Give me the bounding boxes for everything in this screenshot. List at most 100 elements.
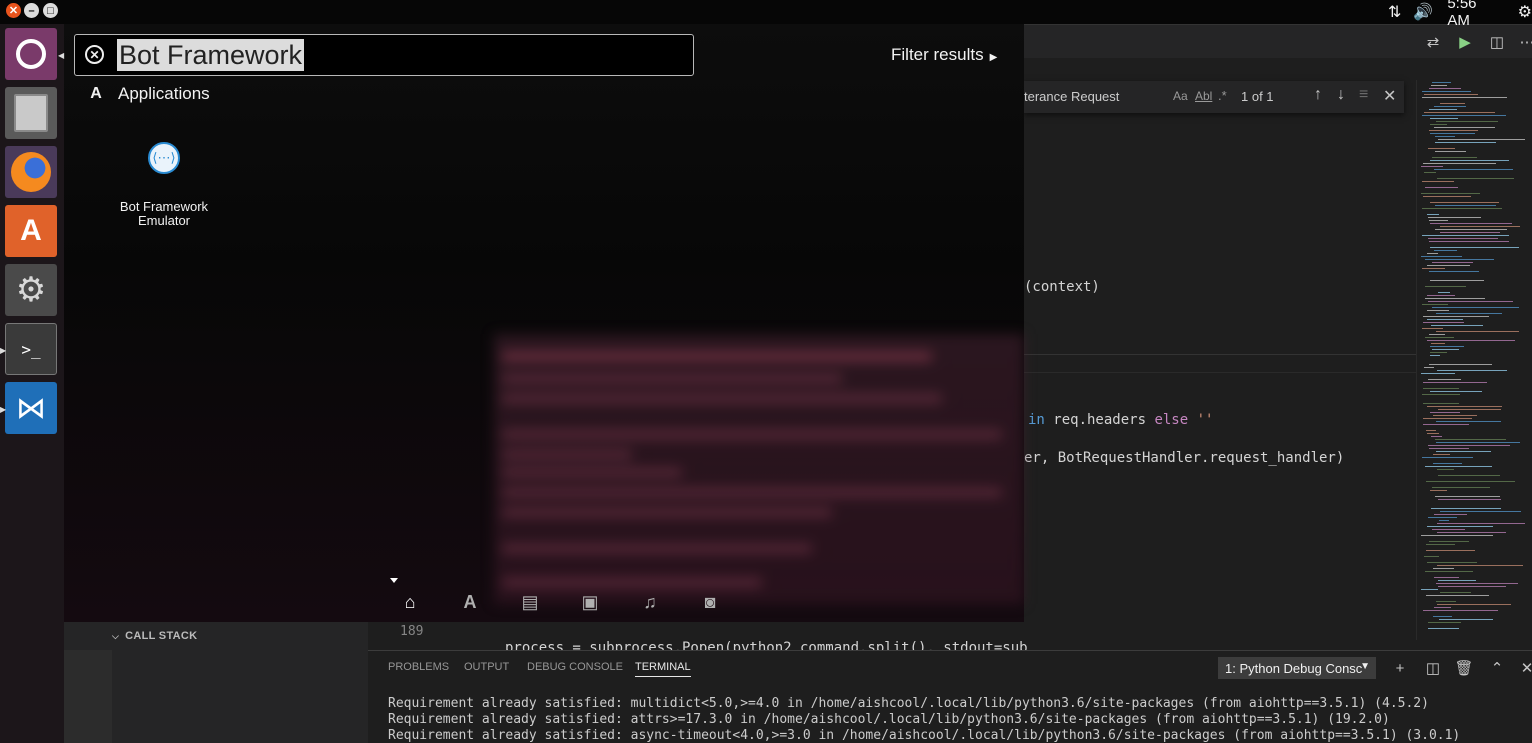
app-label-line: Bot Framework (119, 199, 209, 214)
more-actions-icon[interactable]: ⋯ (1518, 33, 1532, 51)
find-input[interactable]: terance Request (1024, 89, 1119, 104)
previous-match-icon[interactable]: ↑ (1314, 86, 1322, 104)
minimap-line (1428, 379, 1461, 380)
filter-results-label: Filter results (891, 45, 984, 64)
minimap-line (1436, 442, 1520, 443)
app-result-label: Bot Framework Emulator (106, 200, 222, 228)
vscode-window: ⇄ ▶ ◫ ⋯ terance Request Aa Abl .* 1 of 1… (1024, 24, 1532, 743)
minimap-line (1437, 523, 1525, 524)
minimap-line (1430, 202, 1499, 203)
minimap-line (1437, 565, 1523, 566)
launcher-files[interactable] (5, 87, 57, 139)
launcher-terminal[interactable]: >_ (5, 323, 57, 375)
whole-word-toggle[interactable]: Abl (1195, 89, 1212, 103)
minimap-line (1426, 481, 1515, 482)
home-lens-icon[interactable]: ⌂ (380, 590, 440, 614)
minimap-line (1423, 382, 1487, 383)
minimap-line (1436, 421, 1501, 422)
minimap-line (1433, 415, 1477, 416)
compare-changes-icon[interactable]: ⇄ (1424, 33, 1442, 51)
minimap-line (1422, 235, 1509, 236)
minimap-line (1434, 106, 1466, 107)
blur-line (502, 374, 842, 383)
files-lens-icon[interactable]: ▤ (500, 590, 560, 614)
volume-icon[interactable]: 🔊 (1413, 2, 1433, 22)
minimap[interactable] (1416, 80, 1532, 640)
minimap-line (1430, 412, 1460, 413)
photo-lens-icon[interactable]: ◙ (680, 590, 740, 614)
clear-search-icon[interactable]: ✕ (85, 45, 104, 64)
app-label-line: Emulator (137, 213, 191, 228)
new-terminal-icon[interactable]: + (1391, 659, 1409, 677)
clock[interactable]: 5:56 AM (1447, 0, 1497, 29)
split-editor-icon[interactable]: ◫ (1488, 33, 1506, 51)
tab-problems[interactable]: PROBLEMS (388, 661, 449, 673)
kill-terminal-icon[interactable]: 🗑 (1454, 659, 1473, 677)
minimap-line (1435, 142, 1496, 143)
run-icon[interactable]: ▶ (1456, 33, 1474, 51)
next-match-icon[interactable]: ↓ (1337, 86, 1345, 104)
minimap-line (1424, 94, 1478, 95)
video-lens-icon[interactable]: ▣ (560, 590, 620, 614)
close-window-icon[interactable]: ✕ (6, 3, 21, 18)
launcher-settings[interactable]: ⚙ (5, 264, 57, 316)
minimap-line (1431, 325, 1483, 326)
tab-debug-console[interactable]: DEBUG CONSOLE (527, 661, 623, 673)
match-case-toggle[interactable]: Aa (1173, 89, 1188, 103)
tab-output[interactable]: OUTPUT (464, 661, 509, 673)
minimap-line (1431, 85, 1447, 86)
minimap-line (1423, 610, 1498, 611)
minimap-line (1430, 391, 1482, 392)
category-label: Applications (118, 84, 210, 103)
regex-toggle[interactable]: .* (1218, 88, 1227, 103)
minimap-line (1436, 601, 1456, 602)
maximize-panel-icon[interactable]: ⌃ (1488, 659, 1506, 677)
minimap-line (1422, 91, 1471, 92)
minimap-line (1433, 616, 1452, 617)
minimap-line (1428, 517, 1457, 518)
launcher-firefox[interactable] (5, 146, 57, 198)
app-result-bot-framework-emulator[interactable]: ⟨⋯⟩ Bot Framework Emulator (106, 142, 222, 228)
minimap-line (1437, 604, 1511, 605)
shopping-bag-icon: A (20, 214, 42, 247)
close-find-icon[interactable]: ✕ (1383, 86, 1396, 106)
minimap-line (1428, 238, 1498, 239)
ubuntu-dash-button[interactable] (5, 28, 57, 80)
minimap-line (1423, 322, 1464, 323)
minimap-line (1424, 112, 1495, 113)
editor-divider (1024, 372, 1416, 373)
vscode-icon: ⋈ (16, 391, 46, 425)
blur-line (502, 578, 762, 587)
blurred-background (494, 334, 1024, 604)
apps-lens-icon[interactable]: A (440, 590, 500, 614)
tab-terminal[interactable]: TERMINAL (635, 661, 691, 677)
minimap-line (1425, 298, 1485, 299)
launcher-software[interactable]: A (5, 205, 57, 257)
blur-line (502, 544, 812, 553)
call-stack-header[interactable]: ⌵ CALL STACK (112, 630, 197, 642)
launcher-vscode[interactable]: ⋈ (5, 382, 57, 434)
minimap-line (1421, 256, 1462, 257)
minimap-line (1440, 592, 1471, 593)
minimap-line (1425, 571, 1473, 572)
maximize-window-icon[interactable]: □ (43, 3, 58, 18)
minimap-line (1426, 595, 1489, 596)
minimap-line (1435, 205, 1496, 206)
dash-search-input[interactable]: ✕ Bot Framework (74, 34, 694, 76)
gear-icon[interactable]: ⚙ (1518, 2, 1532, 22)
network-updown-icon[interactable]: ⇅ (1388, 2, 1401, 22)
minimap-line (1425, 337, 1454, 338)
minimap-line (1426, 550, 1475, 551)
terminal-select[interactable]: 1: Python Debug Consc ▼ (1218, 657, 1376, 679)
filter-results-button[interactable]: Filter results ▶ (891, 45, 997, 65)
code-line-headers: in req.headers else '' (1028, 412, 1213, 428)
find-in-selection-icon[interactable]: ≡ (1359, 86, 1368, 104)
wrench-gear-icon: ⚙ (15, 271, 47, 309)
applications-category-header[interactable]: A Applications (88, 84, 210, 104)
music-lens-icon[interactable]: ♫ (620, 590, 680, 614)
split-terminal-icon[interactable]: ◫ (1424, 659, 1442, 677)
search-query[interactable]: Bot Framework (117, 39, 305, 71)
blur-line (502, 430, 1002, 439)
minimize-window-icon[interactable]: – (24, 3, 39, 18)
close-panel-icon[interactable]: ✕ (1518, 659, 1532, 677)
